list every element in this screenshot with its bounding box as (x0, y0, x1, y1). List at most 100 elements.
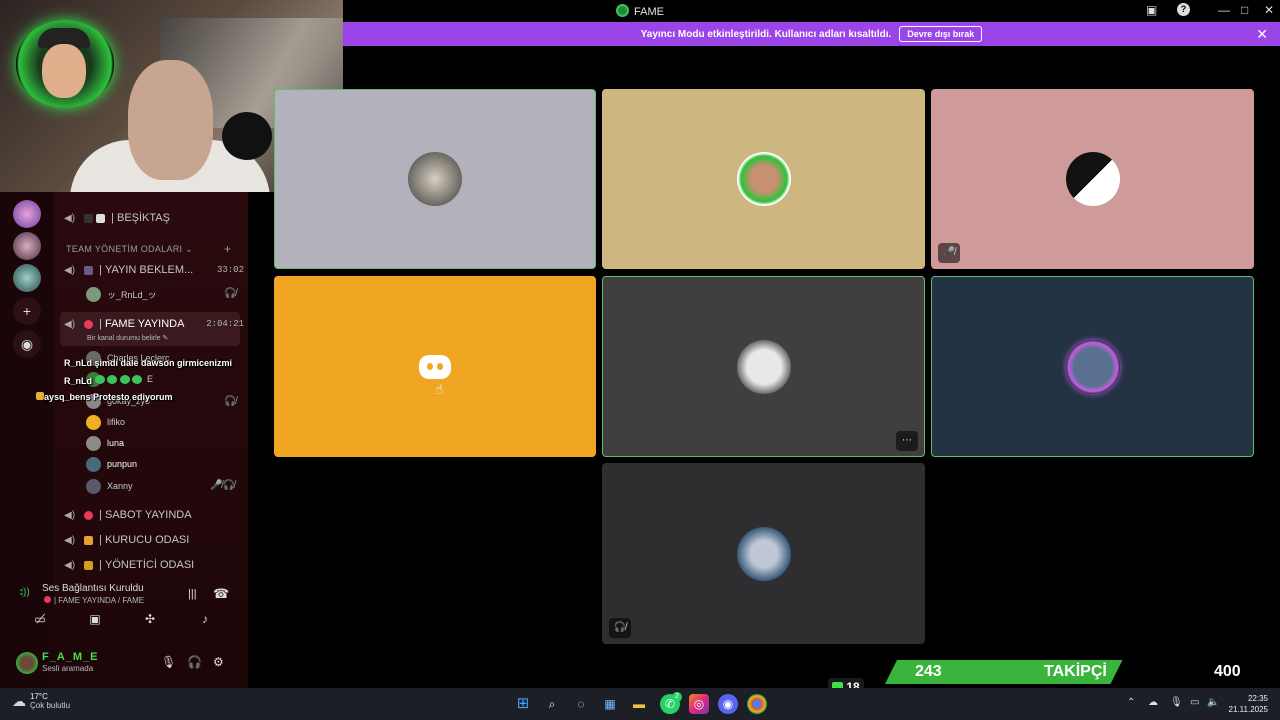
instagram-icon[interactable]: ◎ (689, 694, 709, 714)
discover-icon[interactable]: ◉ (13, 330, 41, 358)
voice-connected-title: Ses Bağlantısı Kuruldu (42, 583, 144, 594)
user-avatar (86, 414, 101, 430)
voice-user[interactable]: luna (86, 433, 124, 453)
add-server-icon[interactable]: + (13, 297, 41, 325)
clock[interactable]: 22:35 21.11.2025 (1229, 693, 1268, 715)
channel-name: FAME YAYINDA (104, 318, 185, 330)
channel-timer: 2:04:21 (206, 319, 244, 329)
weather-widget[interactable]: ☁ 17°C Çok bulutlu (12, 692, 70, 710)
participant-tile[interactable]: ☝ (274, 276, 596, 457)
headphones-icon[interactable]: 🎧 (187, 655, 202, 669)
voice-connected-subtitle[interactable]: | FAME YAYINDA / FAME (44, 596, 144, 605)
streamer-logo (16, 20, 114, 108)
follower-goal: 400 (1214, 663, 1241, 680)
channel-separator: | (96, 318, 105, 330)
participant-avatar (1065, 339, 1120, 394)
category-label: TEAM YÖNETİM ODALARI (66, 244, 183, 254)
emote-icon (119, 375, 130, 384)
signal-icon[interactable]: ⦂)) (20, 587, 30, 598)
logo-face (42, 44, 86, 98)
help-icon[interactable]: ? (1177, 3, 1190, 16)
participant-avatar (1065, 152, 1120, 206)
participant-tile[interactable] (602, 89, 925, 269)
participant-tile[interactable]: 🎧̸ (602, 463, 925, 644)
category-team-yonetim[interactable]: TEAM YÖNETİM ODALARI ⌄ (66, 244, 193, 255)
show-hidden-icons[interactable]: ⌃ (1127, 697, 1135, 708)
server-icon[interactable] (13, 232, 41, 260)
channel-emoji (44, 596, 51, 603)
channel-emoji (84, 535, 93, 545)
file-explorer-icon[interactable]: ▬ (629, 694, 649, 714)
onedrive-icon[interactable]: ☁ (1148, 697, 1158, 708)
voice-channel-fame-yayinda[interactable]: ◀) | FAME YAYINDA 2:04:21 (64, 313, 244, 335)
channel-name: YAYIN BEKLEM... (104, 264, 194, 276)
participant-avatar (736, 339, 791, 394)
chat-message: R_nLd şimdi dale dawson girmicenizmi (64, 358, 232, 368)
maximize-button[interactable]: □ (1241, 3, 1248, 17)
noise-suppression-icon[interactable]: ||| (188, 588, 197, 600)
participant-tile[interactable] (931, 276, 1254, 457)
add-channel-icon[interactable]: + (224, 242, 231, 256)
discord-logo-eye (437, 363, 443, 370)
disable-streamer-mode-button[interactable]: Devre dışı bırak (899, 26, 983, 42)
screen-share-button[interactable]: ▣ (82, 612, 108, 632)
voice-user[interactable]: Xanny (86, 476, 133, 496)
speaker-icon: ◀) (64, 559, 76, 571)
channel-separator: | (96, 559, 105, 571)
settings-gear-icon[interactable]: ⚙ (213, 655, 224, 669)
search-icon[interactable]: ⌕ (542, 694, 562, 714)
voice-user[interactable]: punpun (86, 454, 137, 474)
speaker-icon: ◀) (64, 318, 76, 330)
inbox-icon[interactable]: ▣ (1146, 3, 1157, 17)
channel-name: KURUCU ODASI (104, 534, 190, 546)
disconnect-icon[interactable]: ☎ (213, 586, 229, 602)
deafened-icon: 🎧̸ (609, 618, 631, 638)
soundboard-button[interactable]: ♪ (192, 612, 218, 632)
app-icon[interactable]: ◌ (571, 694, 591, 714)
participant-tile[interactable]: 🎤̸ (931, 89, 1254, 269)
minimize-button[interactable]: — (1218, 3, 1230, 17)
streamer-mode-banner: Yayıncı Modu etkinleştirildi. Kullanıcı … (343, 22, 1280, 46)
participant-avatar (736, 526, 791, 581)
chrome-icon[interactable] (747, 694, 767, 714)
streamer-face (128, 60, 213, 180)
calculator-icon[interactable]: ▦ (600, 694, 620, 714)
voice-channel-yonetici[interactable]: ◀) | YÖNETİCİ ODASI (64, 554, 244, 576)
channel-status-hint[interactable]: Bir kanal durumu belirle ✎ (87, 334, 168, 342)
discord-icon[interactable]: ◉ (718, 694, 738, 714)
voice-channel-yayin-bekleme[interactable]: ◀) | YAYIN BEKLEM... 33:02 (64, 259, 244, 281)
participant-tile[interactable]: ⋯ (602, 276, 925, 457)
follower-label: TAKİPÇİ (1044, 663, 1107, 680)
voice-user[interactable]: ッ_RnLd_ッ (86, 284, 157, 304)
network-icon[interactable]: ▭ (1190, 697, 1199, 708)
volume-icon[interactable]: 🔈 (1207, 697, 1219, 708)
muted-deafened-icon: 🎤̸🎧̸ (210, 480, 235, 491)
microphone-tray-icon[interactable]: 🎙 (1170, 697, 1183, 708)
user-avatar (86, 456, 101, 472)
close-window-button[interactable]: ✕ (1264, 3, 1274, 17)
voice-user[interactable]: lifiko (86, 412, 125, 432)
voice-channel-sabot[interactable]: ◀) | SABOT YAYINDA (64, 504, 244, 526)
camera-off-button[interactable]: ▭̸ (27, 612, 53, 632)
participant-avatar (736, 152, 791, 206)
cloud-icon: ☁ (12, 692, 26, 709)
channel-emoji (96, 213, 105, 223)
app-logo-icon (616, 4, 630, 17)
user-avatar (86, 286, 101, 302)
more-options-icon[interactable]: ⋯ (896, 431, 918, 451)
activities-button[interactable]: ✣ (137, 612, 163, 632)
voice-channel-besiktas[interactable]: ◀) | BEŞİKTAŞ (64, 207, 244, 229)
server-icon[interactable] (13, 264, 41, 292)
weather-text: 17°C Çok bulutlu (30, 692, 70, 710)
microphone-icon[interactable]: 🎙 (161, 655, 176, 669)
banner-close-icon[interactable]: ✕ (1256, 26, 1268, 43)
user-avatar[interactable] (16, 652, 38, 674)
participant-tile[interactable] (274, 89, 596, 269)
user-name: Xanny (107, 481, 133, 491)
voice-channel-kurucu[interactable]: ◀) | KURUCU ODASI (64, 529, 244, 551)
user-name: ッ_RnLd_ッ (107, 289, 157, 300)
windows-start-icon[interactable]: ⊞ (513, 694, 533, 714)
server-icon[interactable] (13, 200, 41, 228)
user-name[interactable]: F_A_M_E (42, 651, 99, 663)
user-status: Sesli aramada (42, 664, 94, 673)
